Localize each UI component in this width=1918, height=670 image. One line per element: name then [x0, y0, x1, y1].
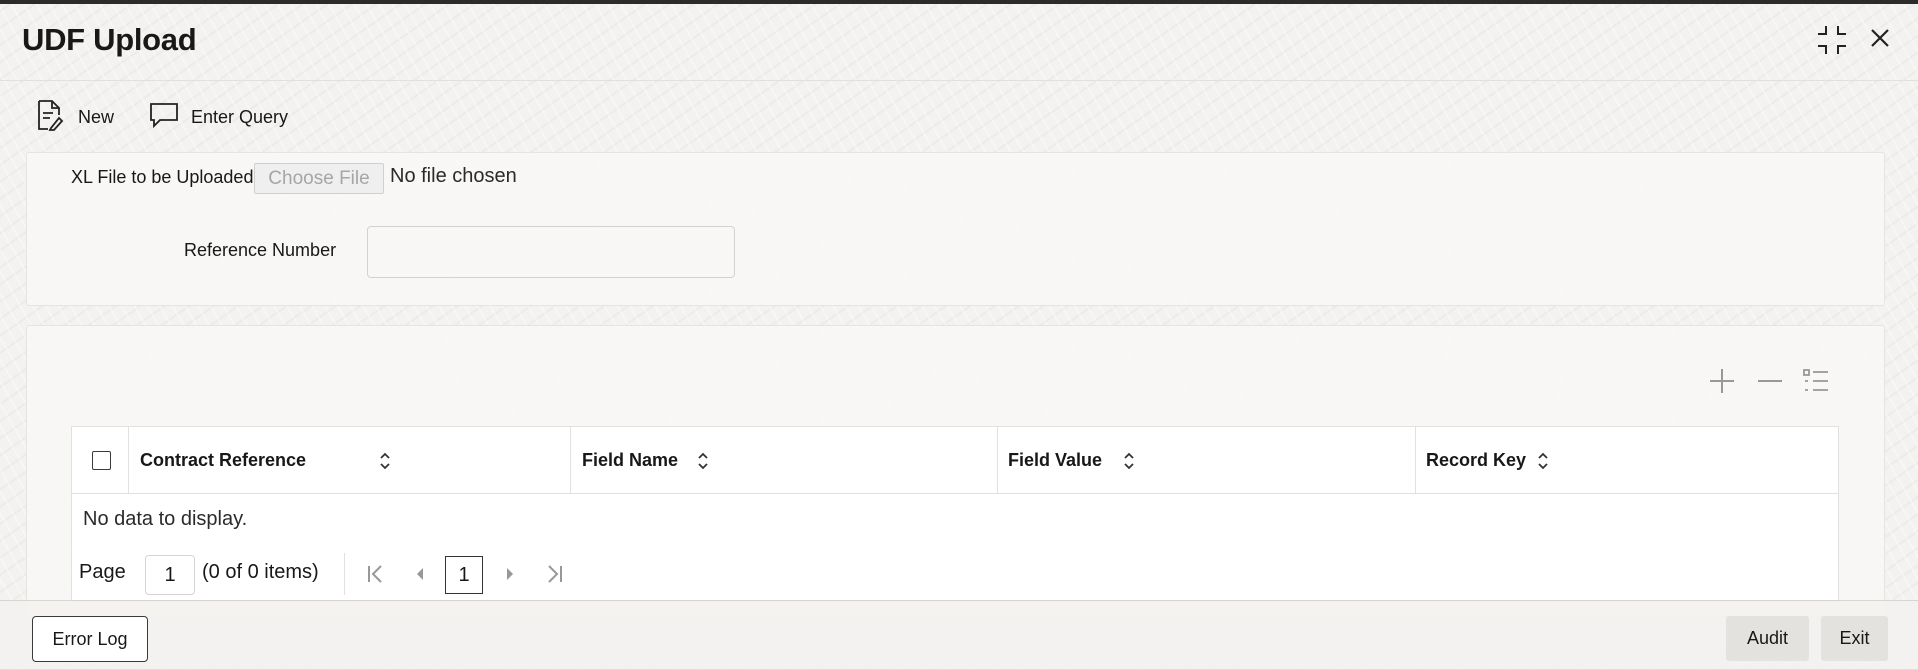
items-info: (0 of 0 items) — [202, 561, 319, 583]
column-record-key[interactable]: Record Key — [1416, 427, 1837, 493]
reference-number-field[interactable] — [367, 226, 735, 278]
table-header: Contract Reference Field Name Field Valu… — [72, 427, 1838, 494]
pager-divider — [344, 553, 345, 595]
select-all-checkbox[interactable] — [92, 451, 111, 470]
column-field-value[interactable]: Field Value — [998, 427, 1416, 493]
minimize-icon[interactable] — [1816, 24, 1848, 61]
udf-upload-window: UDF Upload New Enter Query XL File to be… — [0, 4, 1918, 670]
error-log-button[interactable]: Error Log — [32, 616, 148, 662]
column-label: Field Name — [582, 450, 679, 470]
pagination: Page 1 (0 of 0 items) 1 — [72, 551, 672, 597]
reference-number-label: Reference Number — [184, 240, 337, 260]
file-status-text: No file chosen — [390, 165, 517, 187]
column-label: Contract Reference — [140, 450, 307, 470]
records-table: Contract Reference Field Name Field Valu… — [71, 426, 1839, 602]
page-number-input[interactable]: 1 — [145, 555, 195, 595]
close-icon[interactable] — [1868, 26, 1892, 55]
current-page-button[interactable]: 1 — [445, 556, 483, 594]
column-field-name[interactable]: Field Name — [571, 427, 998, 493]
new-document-icon — [36, 99, 64, 136]
footer-bar: Error Log Audit Exit — [0, 600, 1918, 670]
sort-icon[interactable] — [378, 451, 392, 476]
new-label: New — [78, 106, 115, 127]
select-all-column — [72, 427, 129, 493]
xl-file-label: XL File to be Uploaded — [71, 167, 254, 187]
sort-icon[interactable] — [696, 451, 710, 476]
new-button[interactable]: New — [36, 94, 114, 140]
column-label: Field Value — [1008, 450, 1103, 470]
toolbar: New Enter Query — [0, 94, 600, 140]
column-label: Record Key — [1426, 450, 1527, 470]
title-bar: UDF Upload — [0, 4, 1918, 81]
column-contract-reference[interactable]: Contract Reference — [129, 427, 571, 493]
add-row-icon[interactable] — [1708, 367, 1736, 400]
speech-bubble-icon — [149, 101, 179, 134]
last-page-icon[interactable] — [543, 563, 565, 590]
audit-button[interactable]: Audit — [1726, 616, 1809, 661]
column-settings-icon[interactable] — [1802, 367, 1830, 400]
sort-icon[interactable] — [1536, 451, 1550, 476]
first-page-icon[interactable] — [365, 563, 387, 590]
previous-page-icon[interactable] — [412, 563, 428, 590]
page-label: Page — [79, 561, 126, 583]
enter-query-label: Enter Query — [191, 106, 289, 127]
choose-file-button[interactable]: Choose File — [254, 163, 384, 194]
page-title: UDF Upload — [22, 22, 197, 57]
enter-query-button[interactable]: Enter Query — [149, 94, 288, 140]
sort-icon[interactable] — [1122, 451, 1136, 476]
remove-row-icon[interactable] — [1756, 367, 1784, 400]
empty-message: No data to display. — [83, 508, 248, 530]
exit-button[interactable]: Exit — [1821, 616, 1888, 661]
next-page-icon[interactable] — [502, 563, 518, 590]
